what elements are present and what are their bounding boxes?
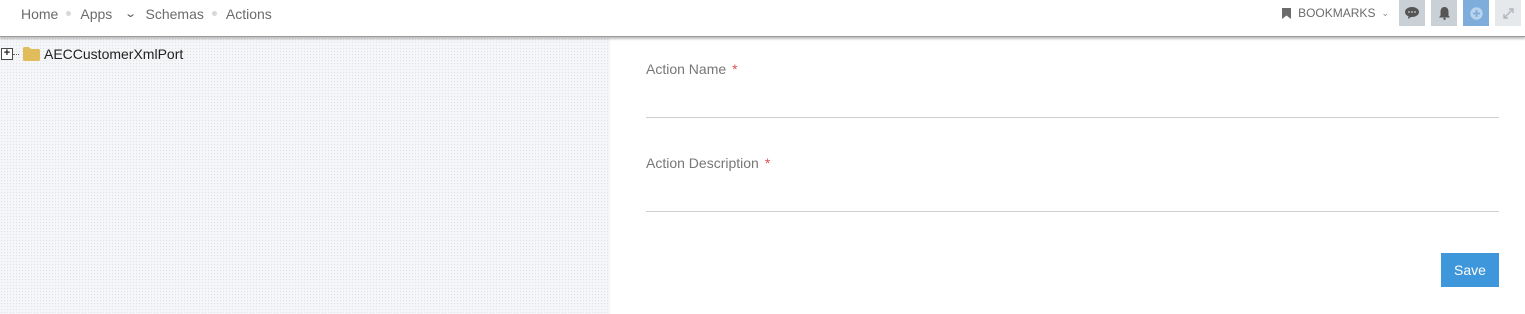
required-marker: * (732, 61, 738, 77)
tree-node-label: AECCustomerXmlPort (44, 46, 184, 62)
bookmarks-label: BOOKMARKS (1298, 6, 1376, 20)
action-description-label: Action Description * (646, 155, 770, 171)
action-name-input[interactable] (646, 90, 1499, 118)
tree-connector (13, 53, 19, 55)
breadcrumb-nav: Home Apps ⌄ Schemas Actions (21, 0, 272, 27)
expand-toggle-icon[interactable]: + (1, 48, 13, 60)
action-name-label: Action Name * (646, 61, 738, 77)
bookmarks-dropdown[interactable]: BOOKMARKS ⌄ (1282, 6, 1389, 20)
tree-node-root[interactable]: + AECCustomerXmlPort (1, 46, 183, 62)
fullscreen-button[interactable] (1495, 0, 1521, 26)
action-description-label-text: Action Description (646, 155, 759, 171)
bell-icon (1438, 6, 1450, 20)
nav-schemas[interactable]: Schemas (146, 6, 204, 22)
chat-icon (1405, 7, 1419, 19)
chevron-down-icon: ⌄ (1381, 7, 1389, 18)
action-name-label-text: Action Name (646, 61, 727, 77)
nav-actions[interactable]: Actions (226, 6, 272, 22)
nav-apps[interactable]: Apps (80, 6, 112, 22)
save-button[interactable]: Save (1441, 253, 1499, 287)
chat-button[interactable] (1399, 0, 1425, 26)
add-button[interactable] (1463, 0, 1489, 26)
notifications-button[interactable] (1431, 0, 1457, 26)
top-navbar: Home Apps ⌄ Schemas Actions BOOKMARKS ⌄ (0, 0, 1525, 37)
nav-separator (211, 11, 217, 16)
nav-separator (66, 11, 72, 16)
expand-icon (1502, 7, 1514, 19)
required-marker: * (764, 155, 771, 171)
toolbar: BOOKMARKS ⌄ (1282, 0, 1525, 26)
action-description-input[interactable] (646, 184, 1499, 212)
chevron-down-icon[interactable]: ⌄ (124, 7, 137, 20)
folder-icon (23, 47, 40, 61)
plus-circle-icon (1469, 6, 1483, 20)
nav-home[interactable]: Home (21, 6, 58, 22)
bookmark-icon (1282, 7, 1292, 19)
schema-tree-panel: + AECCustomerXmlPort (0, 38, 610, 314)
